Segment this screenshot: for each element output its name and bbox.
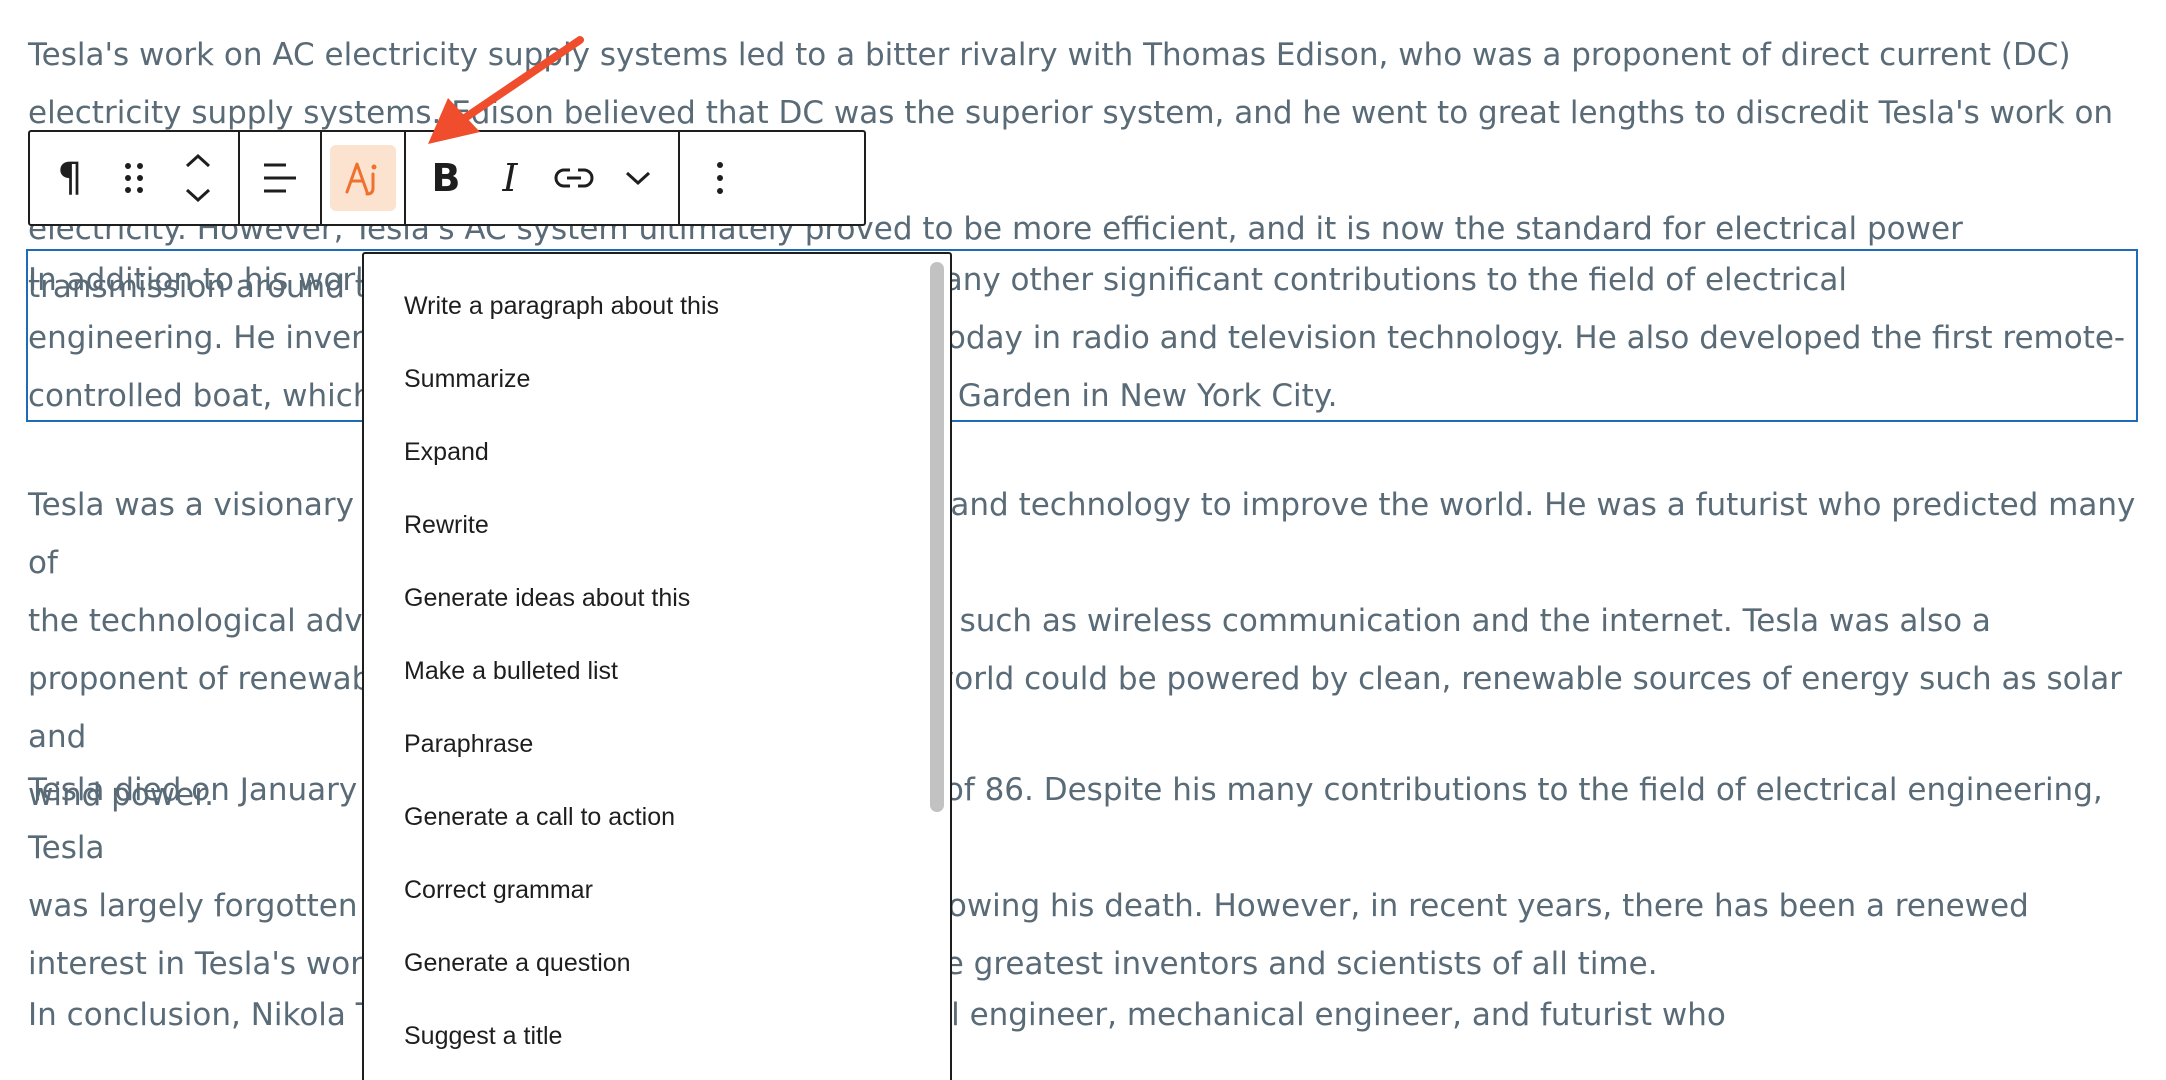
pilcrow-icon: ¶ (57, 155, 83, 201)
ai-assistant-icon (343, 158, 383, 198)
menu-item-summarize[interactable]: Summarize (404, 365, 530, 394)
align-button[interactable] (248, 146, 312, 210)
menu-item-correct-grammar[interactable]: Correct grammar (404, 876, 593, 905)
menu-item-write-paragraph[interactable]: Write a paragraph about this (404, 292, 719, 321)
menu-item-expand[interactable]: Expand (404, 438, 489, 467)
alignment-group (240, 132, 322, 224)
options-group (680, 132, 760, 224)
block-controls-group: ¶ (30, 132, 240, 224)
formatting-group: B I (406, 132, 680, 224)
block-toolbar: ¶ B I (28, 130, 866, 226)
align-left-icon (262, 161, 298, 195)
chevron-down-icon (624, 169, 652, 187)
bold-icon: B (431, 156, 461, 200)
chevron-up-down-icon (183, 150, 213, 206)
menu-item-rewrite[interactable]: Rewrite (404, 511, 489, 540)
ai-actions-menu: Write a paragraph about this Summarize E… (362, 252, 952, 1080)
bold-button[interactable]: B (414, 146, 478, 210)
ai-group (322, 132, 406, 224)
menu-scrollbar[interactable] (930, 262, 944, 812)
more-vertical-icon (716, 160, 724, 196)
block-type-button[interactable]: ¶ (38, 146, 102, 210)
menu-item-generate-ideas[interactable]: Generate ideas about this (404, 584, 690, 613)
italic-icon: I (502, 156, 518, 200)
link-icon (554, 166, 594, 190)
drag-handle-icon (122, 160, 146, 196)
italic-button[interactable]: I (478, 146, 542, 210)
menu-item-generate-question[interactable]: Generate a question (404, 949, 631, 978)
menu-item-suggest-title[interactable]: Suggest a title (404, 1022, 562, 1051)
ai-assistant-button[interactable] (330, 145, 396, 211)
menu-item-bulleted-list[interactable]: Make a bulleted list (404, 657, 618, 686)
more-formatting-button[interactable] (606, 146, 670, 210)
link-button[interactable] (542, 146, 606, 210)
move-up-down-button[interactable] (166, 146, 230, 210)
menu-item-call-to-action[interactable]: Generate a call to action (404, 803, 675, 832)
paragraph-block[interactable]: In conclusion, Nikola Tesla was a brilli… (28, 986, 2138, 1044)
drag-handle-button[interactable] (102, 146, 166, 210)
paragraph-block[interactable]: Tesla died on January 7, 1943, in New Yo… (28, 761, 2138, 993)
menu-item-paraphrase[interactable]: Paraphrase (404, 730, 533, 759)
paragraph-block-selected[interactable]: In addition to his work on AC electricit… (28, 251, 2138, 425)
block-options-button[interactable] (688, 146, 752, 210)
